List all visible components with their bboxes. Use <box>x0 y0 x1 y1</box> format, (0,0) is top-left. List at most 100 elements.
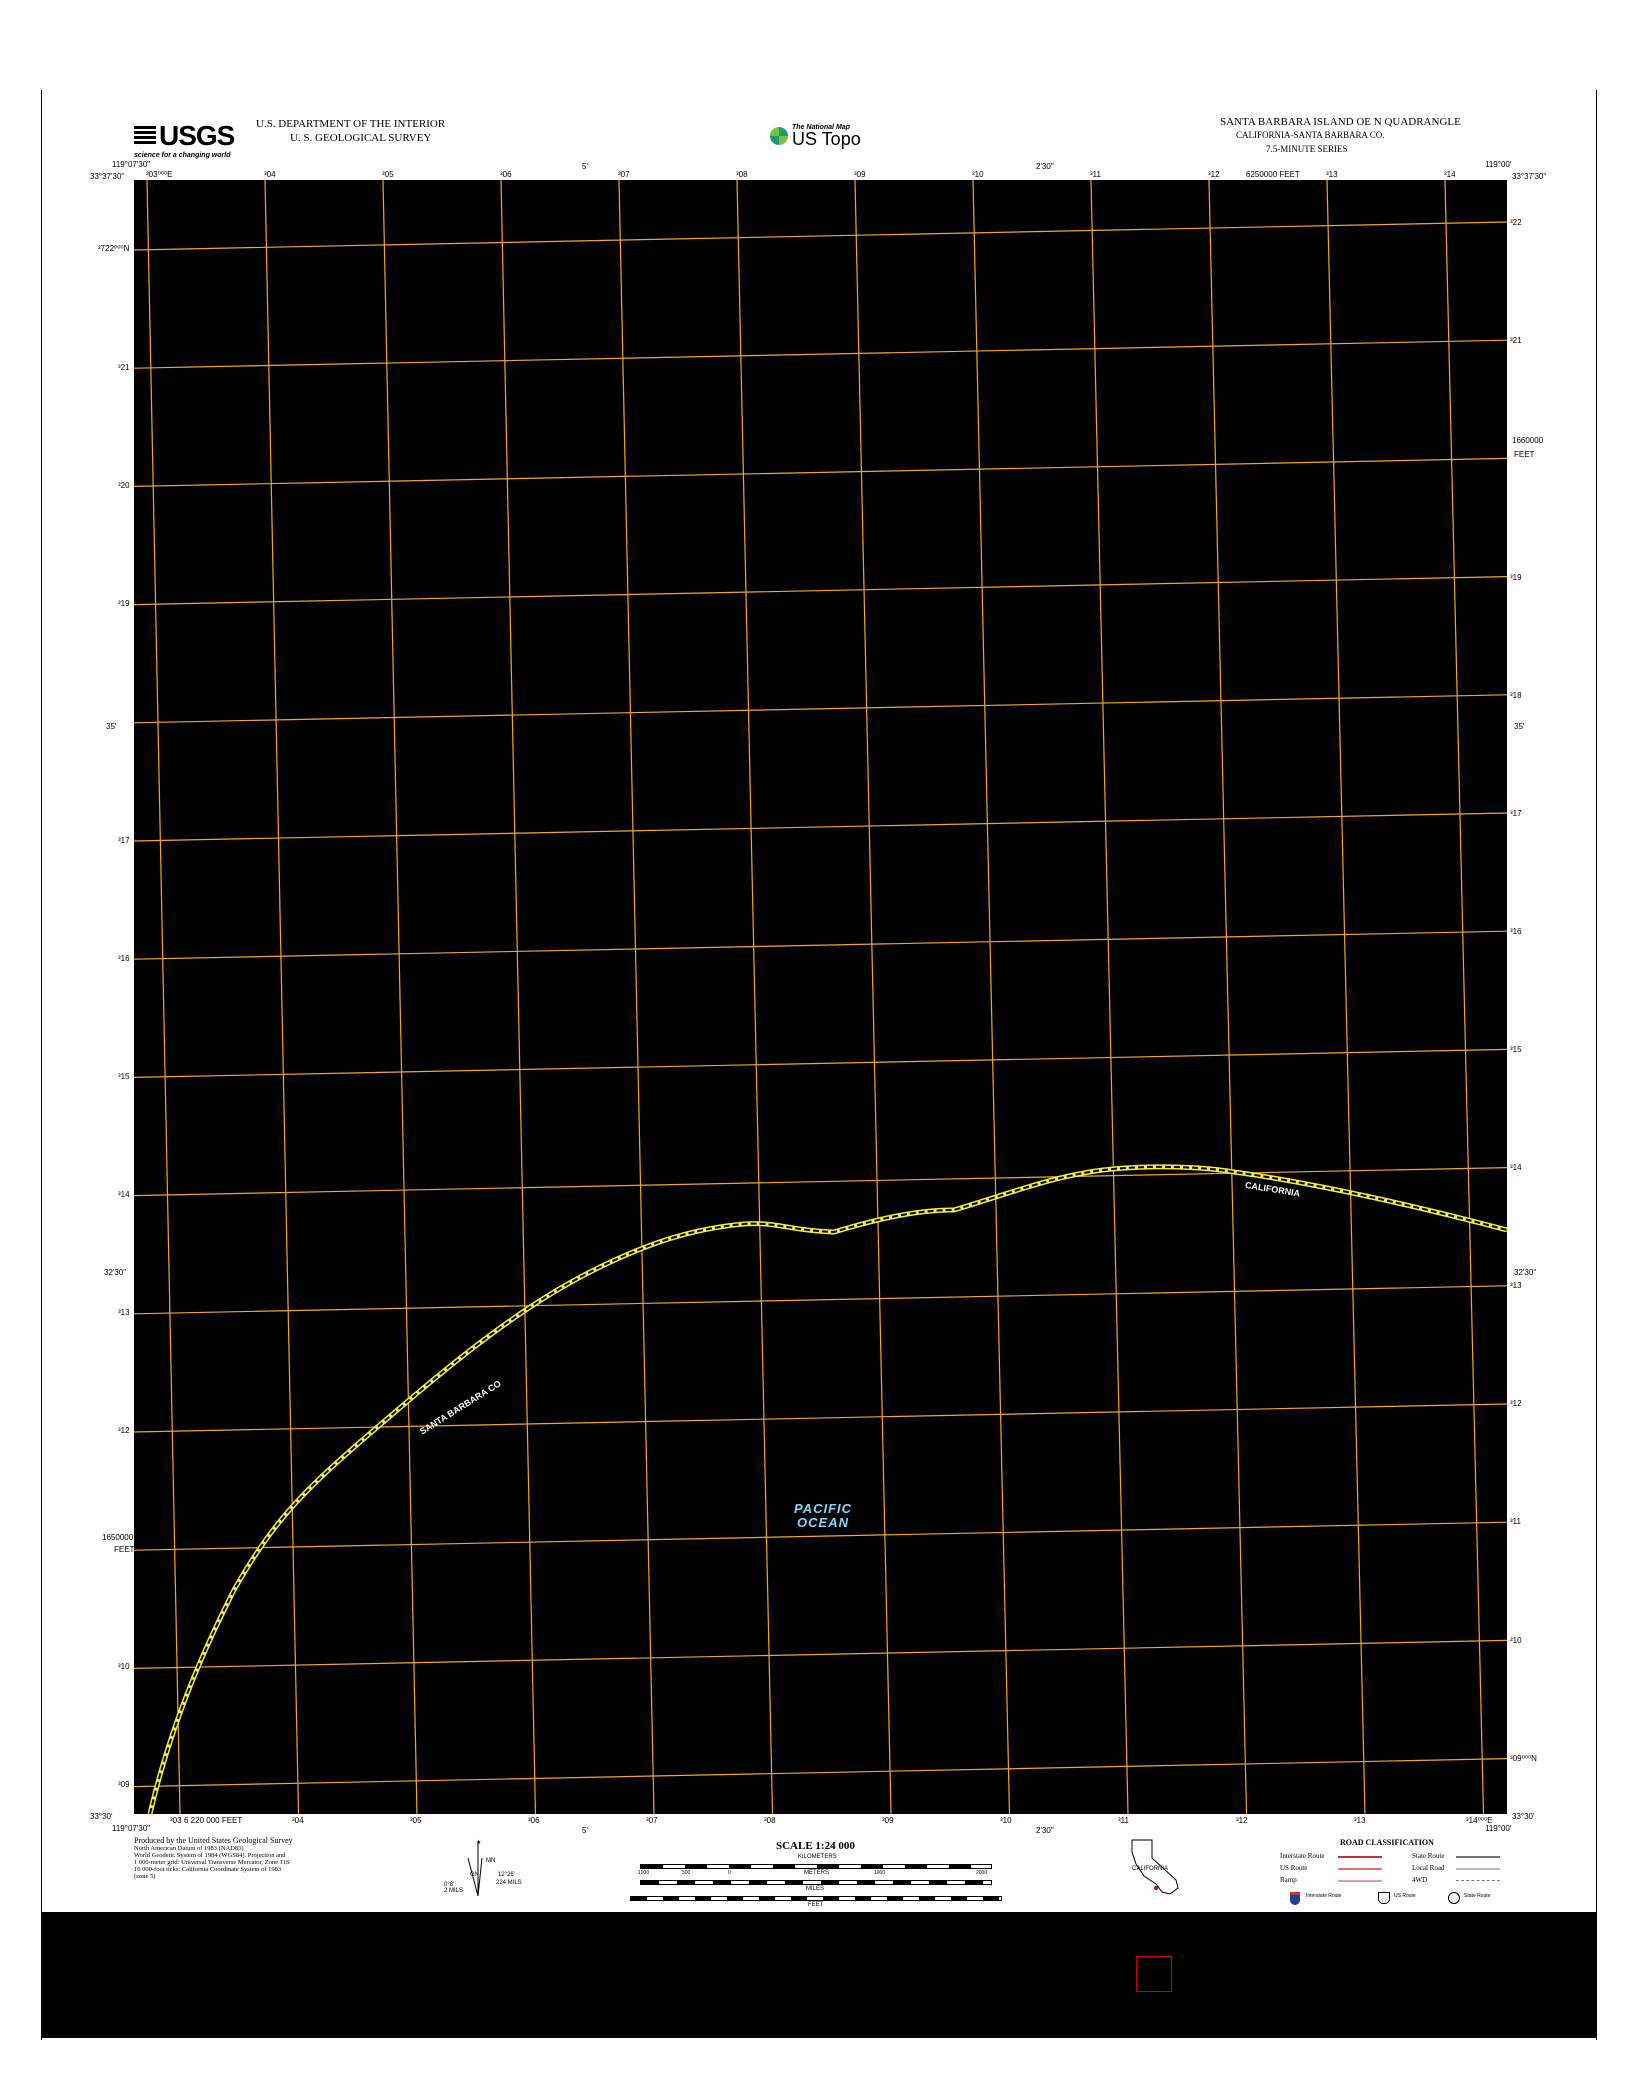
top-feet-label: 6250000 FEET <box>1246 170 1300 179</box>
left-tick: ³13 <box>118 1308 130 1317</box>
top-tick: ³14 <box>1444 170 1456 179</box>
corner-top-right-lat: 33°37'30" <box>1512 172 1547 181</box>
right-tick: ³18 <box>1510 691 1522 700</box>
top-tick: ³05 <box>382 170 394 179</box>
series-label: 7.5-MINUTE SERIES <box>1266 144 1348 154</box>
top-minute: 2'30" <box>1036 162 1054 171</box>
usgs-tagline: science for a changing world <box>134 152 231 159</box>
legend-swatch <box>1338 1868 1382 1870</box>
legend-item: Local Road <box>1412 1864 1445 1872</box>
datum-line: World Geodetic System of 1984 (WGS84). P… <box>134 1852 286 1859</box>
right-tick: ³14 <box>1510 1163 1522 1172</box>
usgs-logo-text: USGS <box>159 120 235 151</box>
map-svg <box>134 180 1507 1814</box>
grid-line-horizontal <box>134 694 1507 724</box>
state-inset-label: CALIFORNIA <box>1132 1866 1169 1872</box>
bottom-tick: ³10 <box>1000 1816 1012 1825</box>
declination-label: GN <box>470 1872 479 1878</box>
interstate-shield-icon <box>1290 1892 1300 1905</box>
bottom-tick: ³04 <box>292 1816 304 1825</box>
grid-line-vertical <box>382 180 418 1814</box>
us-route-shield-icon <box>1378 1892 1390 1904</box>
bottom-minute: 2'30" <box>1036 1826 1054 1835</box>
right-tick: ³17 <box>1510 809 1522 818</box>
left-tick: ³21 <box>118 363 130 372</box>
left-tick: ³16 <box>118 954 130 963</box>
bottom-tick: ³09 <box>882 1816 894 1825</box>
meter-tick: 0 <box>728 1870 731 1876</box>
producer-block: Produced by the United States Geological… <box>134 1836 293 1880</box>
bottom-minute: 5' <box>582 1826 588 1835</box>
meter-tick: 500 <box>682 1870 691 1876</box>
scale-unit: KILOMETERS <box>798 1854 837 1860</box>
scale-unit: METERS <box>804 1870 830 1876</box>
bottom-tick: ³14⁰⁰⁰E <box>1466 1816 1493 1825</box>
top-tick: ³07 <box>618 170 630 179</box>
right-tick: ³10 <box>1510 1636 1522 1645</box>
right-tick: ³11 <box>1510 1517 1521 1526</box>
grid-line-horizontal <box>134 1758 1507 1788</box>
left-feet-value: 1650000 <box>102 1533 134 1542</box>
left-tick: ³19 <box>118 599 130 608</box>
left-tick: ³15 <box>118 1072 130 1081</box>
grid-line-vertical <box>1090 180 1129 1814</box>
us-topo-logo: The National Map US Topo <box>770 124 861 148</box>
right-tick: ³13 <box>1510 1281 1522 1290</box>
county-boundary-inner <box>149 1165 1507 1814</box>
legend-title: ROAD CLASSIFICATION <box>1340 1838 1434 1847</box>
legend-swatch <box>1456 1880 1500 1881</box>
bottom-tick: ³13 <box>1354 1816 1366 1825</box>
grid-line-vertical <box>500 180 537 1814</box>
state-route-shield-icon <box>1448 1892 1460 1904</box>
grid-line-horizontal <box>134 221 1507 251</box>
corner-top-left-lon: 119°07'30" <box>112 160 151 169</box>
scale-unit: MILES <box>806 1886 825 1892</box>
grid-line-horizontal <box>134 812 1507 842</box>
right-feet-unit: FEET <box>1514 450 1535 459</box>
datum-line: (zone 5) <box>134 1873 156 1880</box>
boundary-lines <box>147 1164 1507 1814</box>
bottom-tick: ³03 <box>170 1816 182 1825</box>
legend-swatch <box>1338 1856 1382 1858</box>
declination-label: MN <box>486 1858 496 1864</box>
datum-line: 1 000-meter grid: Universal Transverse M… <box>134 1859 290 1866</box>
top-tick: ³03⁰⁰⁰E <box>146 170 173 179</box>
right-trim-line <box>1596 90 1597 2040</box>
mile-bar <box>640 1880 992 1885</box>
bottom-tick: ³08 <box>764 1816 776 1825</box>
grid-line-vertical <box>1326 180 1366 1814</box>
bottom-tick: ³11 <box>1118 1816 1129 1825</box>
grid-line-horizontal <box>134 1639 1507 1669</box>
scale-title: SCALE 1:24 000 <box>776 1840 855 1852</box>
left-trim-line <box>41 90 42 2040</box>
legend-swatch <box>1338 1880 1382 1882</box>
state-inset: CALIFORNIA <box>1126 1838 1190 1896</box>
water-label: PACIFIC OCEAN <box>794 1502 852 1530</box>
bottom-band <box>41 1912 1597 2038</box>
bottom-tick: ³05 <box>410 1816 422 1825</box>
top-tick: ³12 <box>1208 170 1220 179</box>
left-tick: ³20 <box>118 481 130 490</box>
left-feet-unit: FEET <box>114 1545 135 1554</box>
right-minute: 32'30" <box>1514 1268 1537 1277</box>
right-tick: ³15 <box>1510 1045 1522 1054</box>
state-county: CALIFORNIA-SANTA BARBARA CO. <box>1236 130 1385 140</box>
meter-tick: 1000 <box>874 1870 886 1876</box>
grid-line-horizontal <box>134 576 1507 606</box>
shield-row: Interstate Route US Route State Route <box>1290 1892 1520 1906</box>
corner-bottom-left-lon: 119°07'30" <box>112 1824 151 1833</box>
location-marker[interactable] <box>1136 1956 1172 1992</box>
legend-item: State Route <box>1412 1852 1445 1860</box>
bottom-tick: ³06 <box>528 1816 540 1825</box>
grid-line-horizontal <box>134 339 1507 369</box>
declination-diagram: ★ MN GN 12°26' 224 MILS 0°8' 2 MILS <box>440 1838 530 1898</box>
shield-label: Interstate Route <box>1306 1893 1342 1899</box>
map-body[interactable]: PACIFIC OCEAN SANTA BARBARA CO CALIFORNI… <box>134 180 1507 1814</box>
grid-line-vertical <box>854 180 892 1814</box>
declination-label: 2 MILS <box>444 1888 464 1894</box>
top-tick: ³04 <box>264 170 276 179</box>
grid-line-vertical <box>146 180 181 1814</box>
corner-bottom-right-lat: 33°30' <box>1512 1812 1535 1821</box>
survey-name: U. S. GEOLOGICAL SURVEY <box>290 132 432 144</box>
left-minute: 35' <box>106 722 117 731</box>
